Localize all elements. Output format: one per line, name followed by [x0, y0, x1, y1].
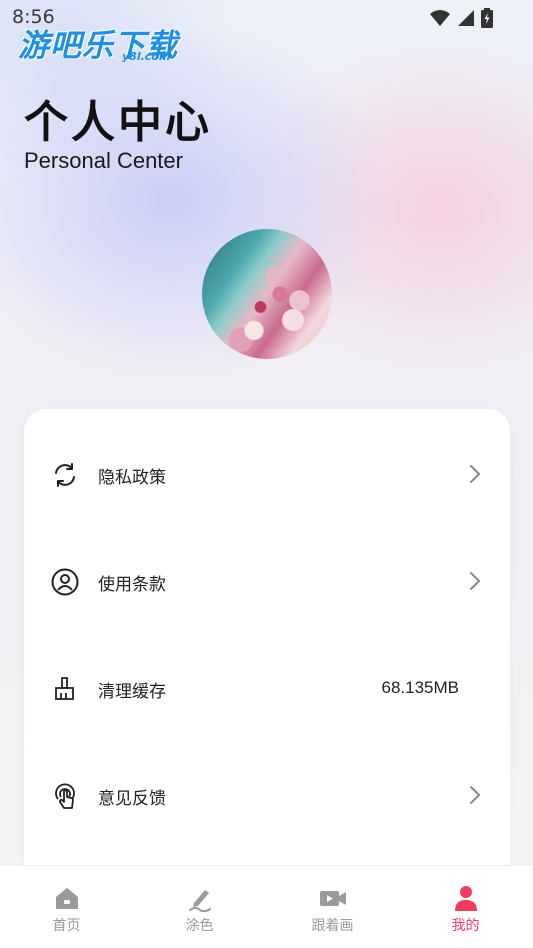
menu-item-label: 隐私政策 — [98, 468, 166, 488]
tab-label: 我的 — [451, 918, 480, 934]
page-title: 个人中心 — [24, 97, 212, 148]
tab-home[interactable]: 首页 — [0, 866, 133, 948]
watermark-domain: y8l.com — [122, 50, 171, 63]
tab-coloring[interactable]: 涂色 — [133, 866, 266, 948]
user-circle-icon — [51, 568, 79, 596]
menu-item-feedback[interactable]: 意见反馈 — [24, 765, 510, 825]
refresh-icon — [55, 463, 75, 487]
avatar[interactable] — [202, 229, 332, 359]
menu-item-label: 意见反馈 — [98, 789, 166, 809]
tab-label: 首页 — [52, 918, 81, 934]
menu-item-label: 清理缓存 — [98, 682, 166, 702]
status-icons — [429, 8, 493, 28]
pencil-icon — [188, 890, 211, 912]
video-icon — [319, 891, 346, 906]
page-subtitle: Personal Center — [24, 148, 183, 173]
tab-mine[interactable]: 我的 — [399, 866, 532, 948]
person-icon — [454, 886, 477, 911]
menu-card: 隐私政策 使用条款 清理缓存 68.135MB 意见反馈 — [24, 409, 510, 879]
tab-follow-draw[interactable]: 跟着画 — [266, 866, 399, 948]
menu-item-clear-cache[interactable]: 清理缓存 68.135MB — [24, 658, 510, 718]
menu-item-label: 使用条款 — [98, 575, 166, 595]
home-icon — [55, 888, 78, 909]
signal-icon — [458, 10, 474, 26]
touch-icon — [55, 783, 75, 809]
watermark-logo: 游吧乐下载 y8l.com — [18, 20, 178, 65]
wifi-icon — [430, 10, 450, 26]
menu-item-terms-of-use[interactable]: 使用条款 — [24, 551, 510, 611]
tab-label: 涂色 — [185, 918, 214, 934]
chevron-right-icon — [470, 465, 480, 483]
bottom-tab-bar: 首页 涂色 跟着画 我的 — [0, 865, 533, 948]
chevron-right-icon — [470, 786, 480, 804]
battery-icon — [481, 8, 493, 28]
tab-label: 跟着画 — [311, 918, 354, 934]
broom-icon — [55, 677, 74, 700]
cache-size-value: 68.135MB — [381, 678, 460, 697]
chevron-right-icon — [470, 572, 480, 590]
menu-item-privacy-policy[interactable]: 隐私政策 — [24, 444, 510, 504]
